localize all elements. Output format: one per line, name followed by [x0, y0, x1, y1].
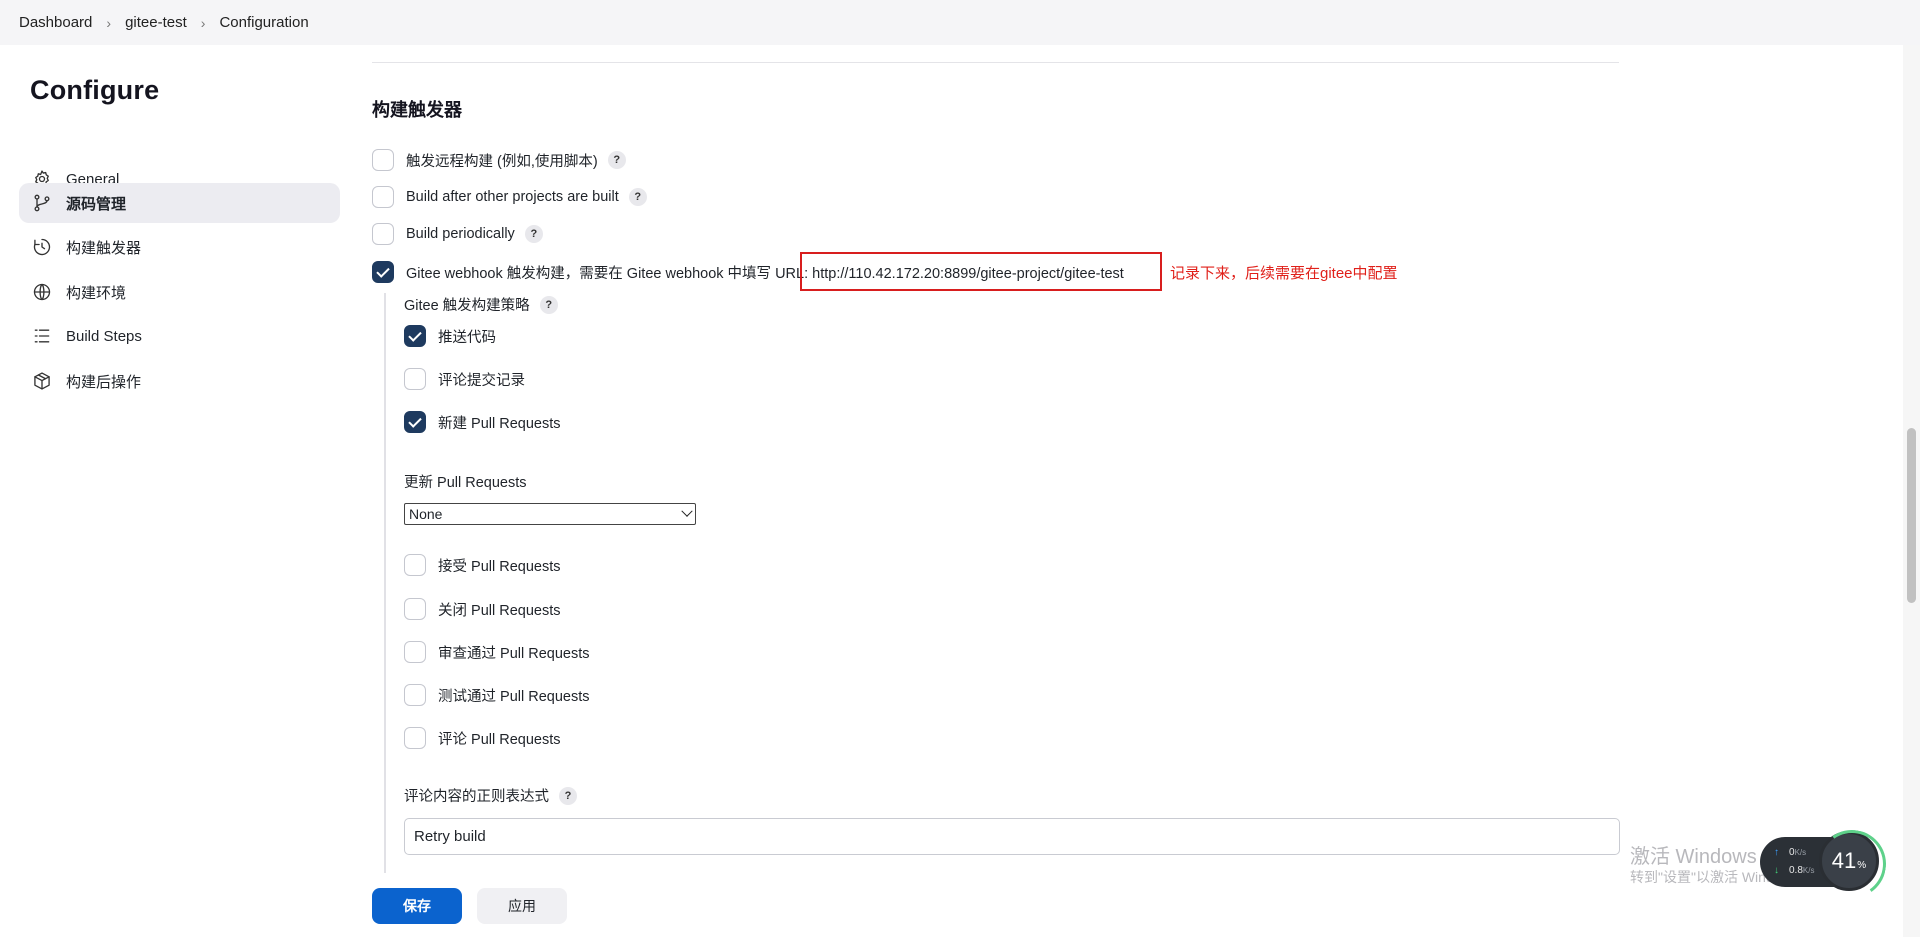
sidebar-item-label: 构建环境	[66, 284, 127, 302]
save-button[interactable]: 保存	[372, 888, 462, 924]
nested-indent-line	[384, 293, 386, 873]
cpu-gauge[interactable]: 41%	[1819, 831, 1879, 891]
option-label: 评论 Pull Requests	[438, 731, 561, 748]
sidebar-item-build-triggers[interactable]: 构建触发器	[19, 227, 340, 267]
option-label: 关闭 Pull Requests	[438, 602, 561, 619]
option-push-code[interactable]: 推送代码	[404, 325, 496, 347]
option-review-pr[interactable]: 审查通过 Pull Requests	[404, 641, 590, 663]
main-content: 构建触发器 触发远程构建 (例如,使用脚本) ? Build after oth…	[372, 45, 1622, 873]
option-accept-pr[interactable]: 接受 Pull Requests	[404, 554, 561, 576]
section-title: 构建触发器	[372, 100, 462, 120]
section-divider	[372, 62, 1619, 63]
upload-unit: K/s	[1794, 848, 1807, 857]
update-pr-select[interactable]: None	[404, 503, 696, 525]
help-icon[interactable]: ?	[559, 786, 577, 805]
option-close-pr[interactable]: 关闭 Pull Requests	[404, 598, 561, 620]
download-arrow-icon: ↓	[1774, 865, 1779, 876]
option-test-pr[interactable]: 测试通过 Pull Requests	[404, 684, 590, 706]
help-icon[interactable]: ?	[628, 188, 647, 206]
checkbox[interactable]	[404, 598, 426, 620]
chevron-down-icon	[681, 505, 693, 517]
help-icon[interactable]: ?	[607, 151, 626, 169]
cpu-value: 41	[1831, 848, 1857, 873]
sidebar-item-label: 构建触发器	[66, 239, 142, 257]
sidebar-item-label: 源码管理	[66, 195, 127, 213]
regex-input[interactable]: Retry build	[404, 818, 1620, 855]
scrollbar-thumb[interactable]	[1907, 428, 1916, 603]
sidebar-title: Configure	[30, 75, 160, 105]
upload-arrow-icon: ↑	[1774, 847, 1779, 858]
checkbox[interactable]	[372, 149, 394, 171]
sidebar-item-label: 构建后操作	[66, 373, 142, 391]
checkbox-checked[interactable]	[404, 325, 426, 347]
sidebar-item-label: Build Steps	[66, 327, 142, 345]
checkbox-checked[interactable]	[372, 261, 394, 283]
sidebar-item-build-env[interactable]: 构建环境	[19, 272, 340, 312]
breadcrumb-project[interactable]: gitee-test	[125, 14, 187, 31]
clock-icon	[32, 237, 52, 257]
option-label: 审查通过 Pull Requests	[438, 645, 590, 662]
breadcrumb: Dashboard › gitee-test › Configuration	[0, 0, 1920, 45]
scrollbar[interactable]	[1903, 45, 1920, 937]
trigger-after-other-projects[interactable]: Build after other projects are built ?	[372, 186, 647, 208]
url-highlight-box	[800, 252, 1162, 291]
option-label: 推送代码	[438, 329, 496, 346]
annotation-note: 记录下来，后续需要在gitee中配置	[1170, 265, 1398, 282]
regex-input-value: Retry build	[414, 828, 486, 845]
update-pr-select-value: None	[409, 506, 443, 522]
breadcrumb-configuration[interactable]: Configuration	[219, 14, 308, 31]
branch-icon	[32, 193, 52, 213]
breadcrumb-dashboard[interactable]: Dashboard	[19, 14, 92, 31]
checkbox[interactable]	[404, 684, 426, 706]
gitee-strategy-label: Gitee 触发构建策略 ?	[404, 294, 558, 315]
list-icon	[32, 326, 52, 346]
option-comment-pr[interactable]: 评论 Pull Requests	[404, 727, 561, 749]
checkbox[interactable]	[372, 223, 394, 245]
help-icon[interactable]: ?	[539, 295, 558, 314]
option-label: 接受 Pull Requests	[438, 558, 561, 575]
activation-watermark-title: 激活 Windows	[1630, 846, 1757, 868]
chevron-right-icon: ›	[200, 14, 206, 31]
sidebar: Configure General 源码管理 构建触发器 构建环境 Build …	[0, 45, 360, 937]
download-unit: K/s	[1802, 866, 1815, 875]
globe-icon	[32, 282, 52, 302]
sidebar-item-build-steps[interactable]: Build Steps	[19, 316, 340, 356]
checkbox[interactable]	[404, 554, 426, 576]
package-icon	[32, 371, 52, 391]
sidebar-item-post-build[interactable]: 构建后操作	[19, 361, 340, 401]
option-new-pr[interactable]: 新建 Pull Requests	[404, 411, 561, 433]
checkbox[interactable]	[404, 368, 426, 390]
checkbox[interactable]	[404, 641, 426, 663]
trigger-remote[interactable]: 触发远程构建 (例如,使用脚本) ?	[372, 149, 626, 171]
trigger-label: Build periodically	[406, 226, 515, 242]
trigger-periodically[interactable]: Build periodically ?	[372, 223, 543, 245]
option-label: 测试通过 Pull Requests	[438, 688, 590, 705]
trigger-label: 触发远程构建 (例如,使用脚本)	[406, 153, 598, 170]
apply-button[interactable]: 应用	[477, 888, 567, 924]
download-speed: 0.8	[1789, 865, 1803, 876]
option-label: 新建 Pull Requests	[438, 415, 561, 432]
trigger-label: Build after other projects are built	[406, 189, 619, 205]
checkbox[interactable]	[404, 727, 426, 749]
sidebar-item-source-control[interactable]: 源码管理	[19, 183, 340, 223]
chevron-right-icon: ›	[106, 14, 112, 31]
help-icon[interactable]: ?	[524, 225, 543, 243]
update-pr-label: 更新 Pull Requests	[404, 475, 527, 491]
checkbox-checked[interactable]	[404, 411, 426, 433]
regex-label: 评论内容的正则表达式 ?	[404, 785, 577, 806]
option-label: 评论提交记录	[438, 372, 525, 389]
cpu-unit: %	[1857, 859, 1867, 871]
checkbox[interactable]	[372, 186, 394, 208]
option-comment-commit[interactable]: 评论提交记录	[404, 368, 525, 390]
